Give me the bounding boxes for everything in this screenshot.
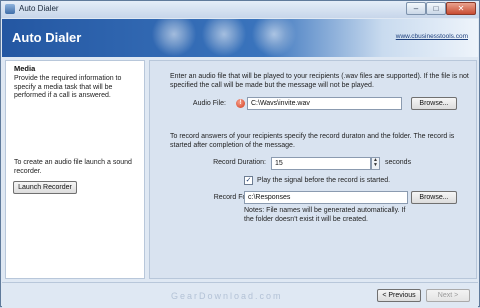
record-duration-label: Record Duration: [213,159,266,166]
browse-folder-button[interactable]: Browse... [411,191,457,204]
header-banner: Auto Dialer www.cbusinesstools.com [2,19,478,57]
play-signal-checkbox[interactable]: ✓ [244,176,253,185]
launch-recorder-button[interactable]: Launch Recorder [13,181,77,194]
browse-audio-button[interactable]: Browse... [411,97,457,110]
previous-button[interactable]: < Previous [377,289,421,302]
record-folder-input[interactable]: c:\Responses [244,191,408,204]
next-button[interactable]: Next > [426,289,470,302]
left-info-panel: Media Provide the required information t… [5,60,145,279]
duration-spinner[interactable]: ▲ ▼ [371,157,380,170]
play-signal-label: Play the signal before the record is sta… [257,177,391,184]
window-title: Auto Dialer [19,4,59,13]
spin-down-icon[interactable]: ▼ [372,163,379,168]
audio-file-input[interactable]: C:\Wavs\invite.wav [247,97,402,110]
media-settings-panel: Enter an audio file that will be played … [149,60,477,279]
minimize-button[interactable]: – [406,2,426,15]
record-duration-input[interactable]: 15 [271,157,371,170]
recorder-hint: To create an audio file launch a sound r… [14,159,132,175]
section-heading: Media [14,64,36,73]
banner-title: Auto Dialer [12,30,82,45]
keypad-decoration [152,19,196,57]
title-bar: Auto Dialer – □ ✕ [1,1,479,18]
close-button[interactable]: ✕ [446,2,476,15]
website-link[interactable]: www.cbusinesstools.com [396,33,468,40]
section-description: Provide the required information to spec… [14,75,122,99]
keypad-decoration [252,19,296,57]
record-instructions: To record answers of your recipients spe… [170,133,455,149]
app-window: Auto Dialer – □ ✕ Auto Dialer www.cbusin… [0,0,480,308]
duration-unit: seconds [385,159,412,166]
audio-file-label: Audio File: [192,100,226,107]
maximize-button[interactable]: □ [426,2,446,15]
keypad-decoration [202,19,246,57]
app-icon [5,4,15,14]
watermark: GearDownload.com [171,291,283,301]
audio-instructions: Enter an audio file that will be played … [170,73,469,89]
error-icon: ! [236,99,245,108]
notes-text: Notes: File names will be generated auto… [244,207,406,223]
